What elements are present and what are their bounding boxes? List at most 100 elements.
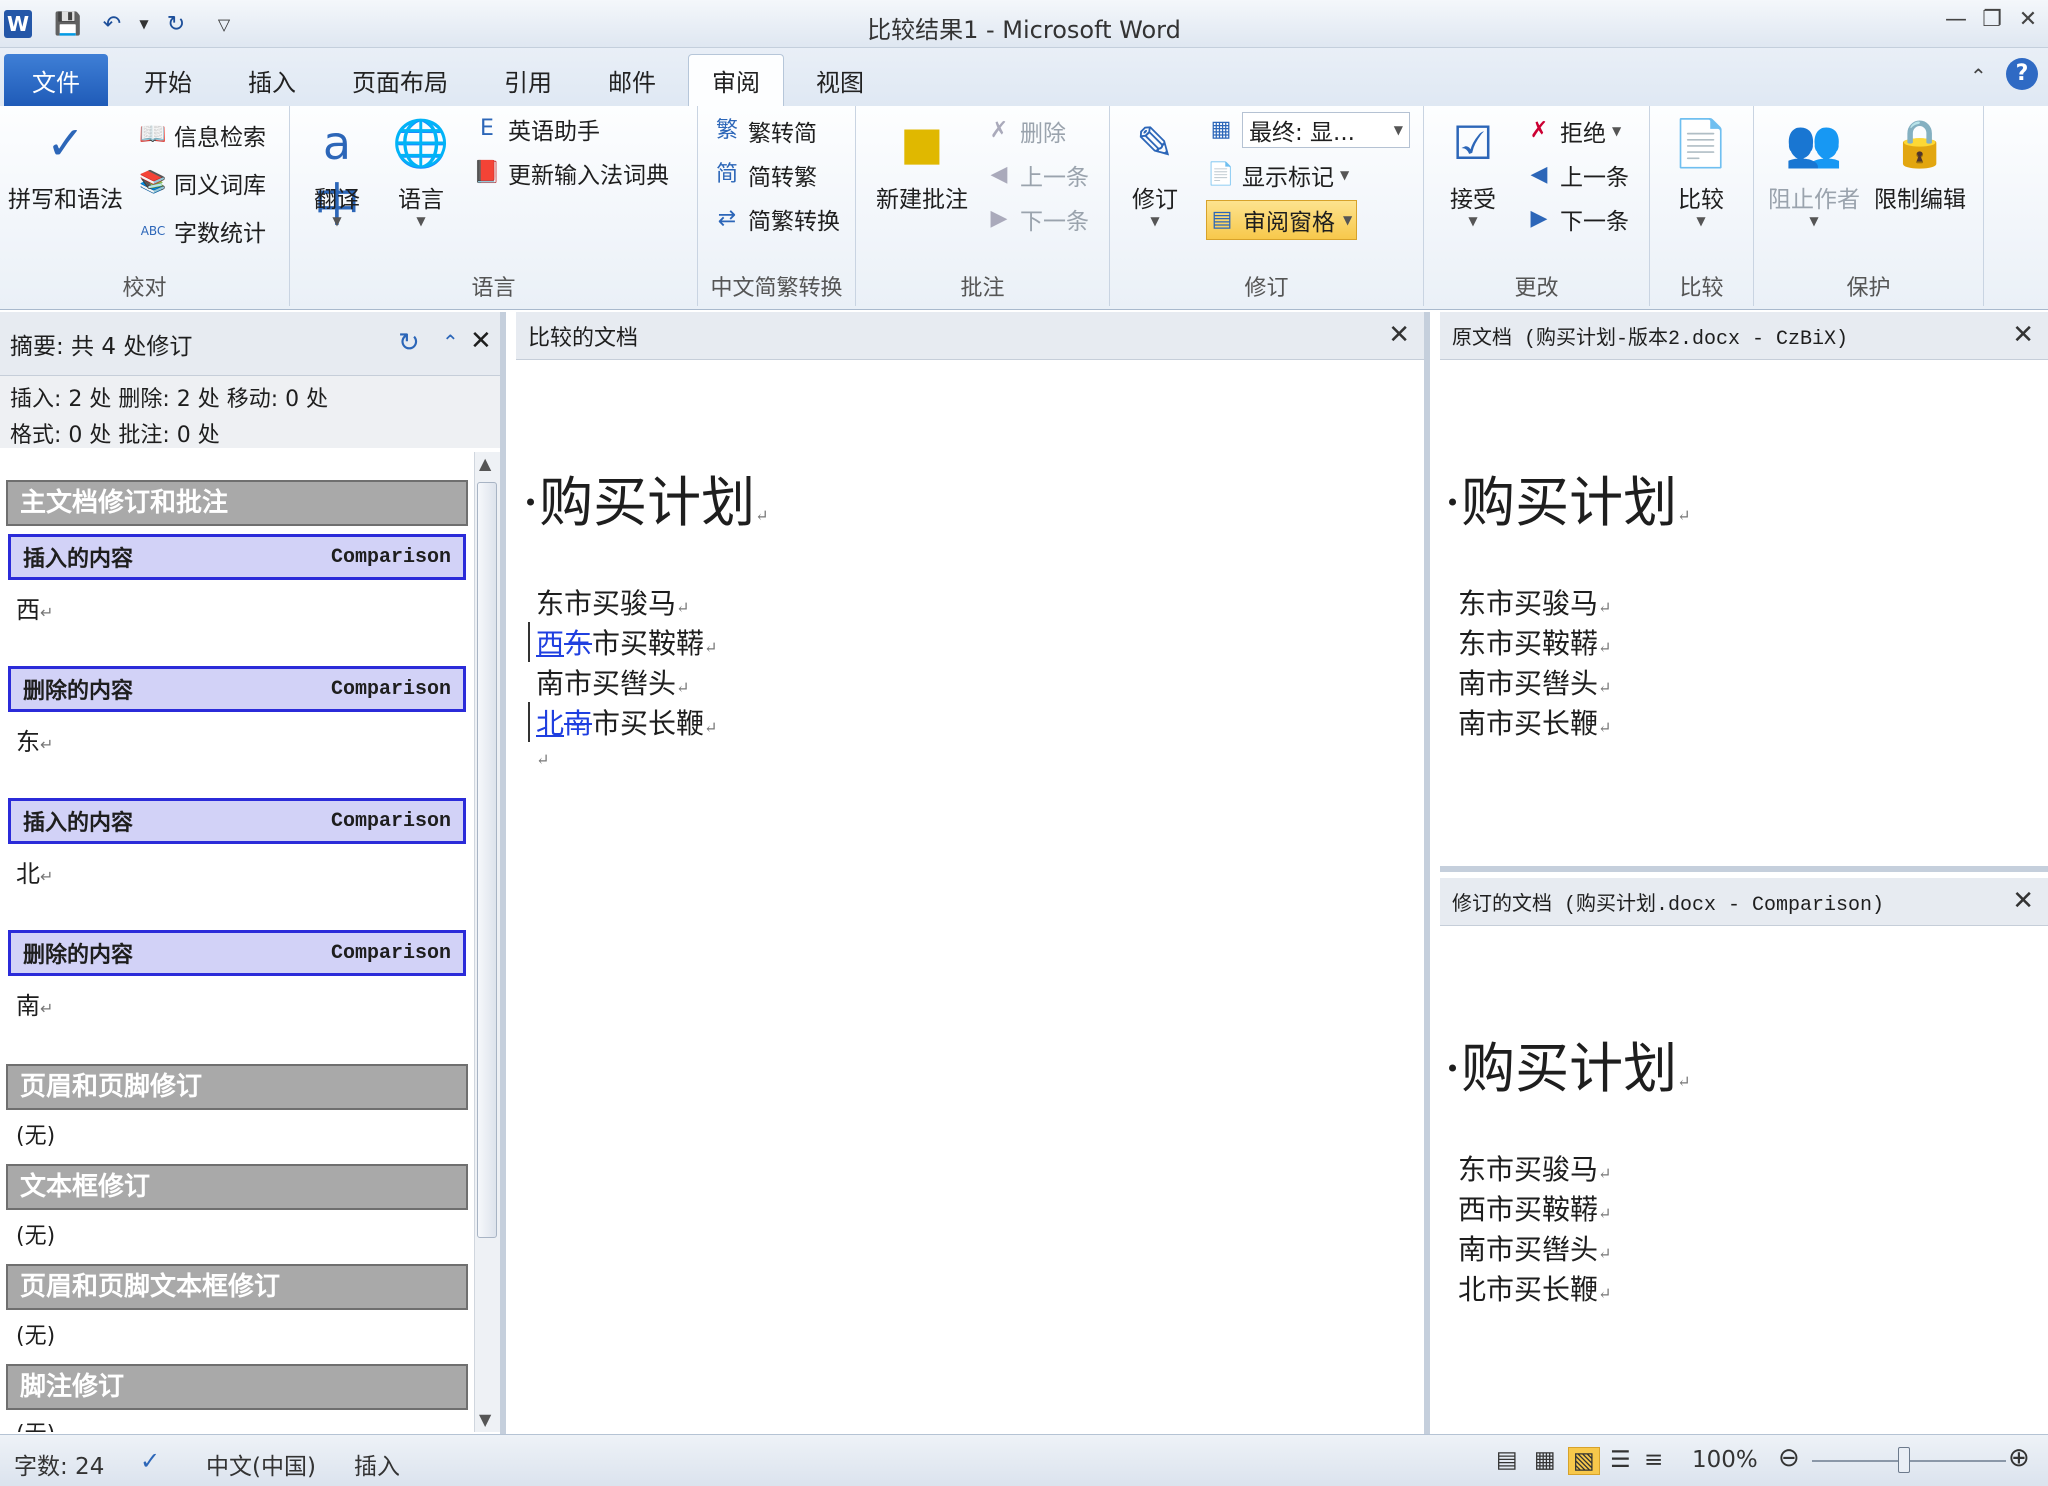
research-button[interactable]: 📖 信息检索: [138, 118, 266, 152]
accept-button[interactable]: ☑ 接受 ▼: [1442, 112, 1504, 228]
revised-document-title: 修订的文档 (购买计划.docx - Comparison): [1452, 893, 1885, 917]
simplified-to-traditional-button[interactable]: 简简转繁: [712, 158, 817, 192]
group-label-chinese: 中文简繁转换: [710, 276, 843, 301]
chinese-conversion-button[interactable]: ⇄ 简繁转换: [712, 202, 840, 236]
group-proofing: ✓ 拼写和语法 📖 信息检索 📚 同义词库 ABC 字数统计 校对: [0, 106, 290, 306]
tab-home[interactable]: 开始: [120, 54, 216, 106]
close-original-icon[interactable]: ✕: [2012, 320, 2034, 350]
new-comment-button[interactable]: ■ 新建批注: [876, 112, 968, 214]
minimize-ribbon-icon[interactable]: ⌃: [1970, 64, 1987, 88]
zoom-in-icon[interactable]: ⊕: [2008, 1443, 2030, 1473]
tab-file[interactable]: 文件: [4, 54, 108, 106]
revision-card[interactable]: 删除的内容 Comparison: [8, 930, 466, 976]
draft-view-icon[interactable]: ≡: [1644, 1447, 1663, 1473]
stats-line-1: 插入: 2 处 删除: 2 处 移动: 0 处: [10, 387, 329, 412]
tab-insert[interactable]: 插入: [224, 54, 320, 106]
document-heading: ·购买计划↵: [1444, 1037, 1691, 1100]
tab-references[interactable]: 引用: [480, 54, 576, 106]
group-chinese-conversion: 繁繁转简 简简转繁 ⇄ 简繁转换 中文简繁转换: [698, 106, 856, 306]
section-value: (无): [16, 1324, 56, 1349]
group-label-comments: 批注: [960, 276, 1005, 301]
revision-card[interactable]: 插入的内容 Comparison: [8, 798, 466, 844]
compare-button[interactable]: 📄 比较 ▼: [1670, 112, 1732, 228]
language-button[interactable]: 🌐 语言 ▼: [390, 112, 452, 228]
update-ime-dictionary-button[interactable]: 📕 更新输入法词典: [472, 156, 669, 190]
next-comment-icon: ▶: [990, 206, 1008, 231]
proofing-status-icon[interactable]: ✓: [140, 1447, 160, 1475]
close-pane-icon[interactable]: ✕: [470, 326, 492, 356]
revised-document-header: 修订的文档 (购买计划.docx - Comparison) ✕: [1440, 878, 2048, 926]
help-icon[interactable]: ?: [2006, 58, 2038, 90]
block-authors-button[interactable]: 👥 阻止作者 ▼: [1768, 112, 1860, 228]
title-bar: W 💾 ↶ ▼ ↻ ▽ 比较结果1 - Microsoft Word — ❐ ✕: [0, 0, 2048, 48]
word-count-status[interactable]: 字数: 24: [14, 1447, 104, 1481]
previous-comment-button[interactable]: ◀ 上一条: [984, 158, 1089, 192]
scroll-up-icon[interactable]: ▲: [479, 454, 491, 473]
full-screen-reading-icon[interactable]: ▦: [1534, 1447, 1556, 1473]
footnote-section: 脚注修订: [6, 1364, 468, 1410]
block-authors-icon: 👥: [1785, 116, 1843, 170]
spelling-grammar-button[interactable]: ✓ 拼写和语法: [8, 112, 123, 214]
tab-view[interactable]: 视图: [792, 54, 888, 106]
next-comment-button[interactable]: ▶ 下一条: [984, 202, 1089, 236]
thesaurus-button[interactable]: 📚 同义词库: [138, 166, 266, 200]
revision-type: 删除的内容: [23, 943, 134, 968]
close-compared-icon[interactable]: ✕: [1388, 320, 1410, 350]
revision-author: Comparison: [330, 677, 451, 701]
reviewing-pane-button[interactable]: ▤ 审阅窗格 ▼: [1206, 200, 1358, 240]
traditional-to-simplified-button[interactable]: 繁繁转简: [712, 114, 817, 148]
revision-card[interactable]: 删除的内容 Comparison: [8, 666, 466, 712]
english-assistant-button[interactable]: E 英语助手: [472, 112, 600, 146]
insert-mode-status[interactable]: 插入: [354, 1447, 400, 1481]
collapse-icon[interactable]: ⌃: [442, 330, 459, 354]
refresh-icon[interactable]: ↻: [398, 328, 420, 358]
language-status[interactable]: 中文(中国): [206, 1447, 316, 1481]
group-tracking: ✎ 修订 ▼ ▦ 最终: 显... ▼ 📄 显示标记 ▼ ▤ 审阅窗格 ▼ 修订: [1110, 106, 1424, 306]
print-layout-icon[interactable]: ▤: [1496, 1447, 1518, 1473]
track-changes-button[interactable]: ✎ 修订 ▼: [1124, 112, 1186, 228]
outline-view-icon[interactable]: ☰: [1610, 1447, 1631, 1473]
paragraph-mark: ↵: [536, 750, 550, 769]
translate-icon: a中: [314, 116, 360, 232]
restrict-editing-button[interactable]: 🔒 限制编辑: [1874, 112, 1966, 214]
deleted-text: 南: [564, 707, 593, 740]
reviewing-pane-icon: ▤: [1211, 207, 1233, 232]
display-review-icon: ▦: [1210, 117, 1232, 142]
document-line: 南市买辔头↵: [1458, 1233, 1612, 1266]
restore-icon[interactable]: ❐: [1976, 4, 2008, 34]
scroll-thumb[interactable]: [477, 482, 497, 1238]
close-icon[interactable]: ✕: [2012, 4, 2044, 34]
translate-button[interactable]: a中 翻译 ▼: [306, 112, 368, 232]
previous-change-button[interactable]: ◀ 上一条: [1524, 158, 1629, 192]
zoom-level[interactable]: 100%: [1692, 1447, 1758, 1473]
document-line: 南市买辔头↵: [1458, 667, 1612, 700]
scroll-down-icon[interactable]: ▼: [479, 1410, 491, 1429]
compared-document-title: 比较的文档: [528, 325, 639, 351]
web-layout-icon[interactable]: ▧: [1568, 1447, 1600, 1475]
header-footer-section: 页眉和页脚修订: [6, 1064, 468, 1110]
revision-text: 南↵: [16, 992, 54, 1020]
close-revised-icon[interactable]: ✕: [2012, 886, 2034, 916]
zoom-slider-thumb[interactable]: [1898, 1447, 1910, 1473]
show-markup-button[interactable]: 📄 显示标记 ▼: [1206, 158, 1349, 192]
zoom-out-icon[interactable]: ⊖: [1778, 1443, 1800, 1473]
delete-comment-button[interactable]: ✗ 删除: [984, 114, 1066, 148]
group-protect: 👥 阻止作者 ▼ 🔒 限制编辑 保护: [1754, 106, 1984, 306]
revision-card[interactable]: 插入的内容 Comparison: [8, 534, 466, 580]
tab-review[interactable]: 审阅: [688, 54, 784, 106]
globe-icon: 🌐: [392, 116, 450, 170]
group-label-tracking: 修订: [1244, 276, 1289, 301]
textbox-section: 文本框修订: [6, 1164, 468, 1210]
reviewing-pane-scrollbar[interactable]: ▲ ▼: [474, 452, 500, 1432]
tab-page-layout[interactable]: 页面布局: [330, 54, 470, 106]
minimize-icon[interactable]: —: [1940, 4, 1972, 34]
ribbon-tabs: 文件 开始 插入 页面布局 引用 邮件 审阅 视图 ⌃ ?: [0, 48, 2048, 106]
word-count-button[interactable]: ABC 字数统计: [138, 214, 266, 248]
display-for-review-select[interactable]: ▦ 最终: 显... ▼: [1206, 112, 1410, 148]
tab-mailings[interactable]: 邮件: [584, 54, 680, 106]
next-change-button[interactable]: ▶ 下一条: [1524, 202, 1629, 236]
compare-icon: 📄: [1672, 116, 1730, 170]
reject-button[interactable]: ✗ 拒绝 ▼: [1524, 114, 1621, 148]
spelling-check-icon: ✓: [46, 116, 85, 170]
revision-type: 插入的内容: [23, 547, 134, 572]
